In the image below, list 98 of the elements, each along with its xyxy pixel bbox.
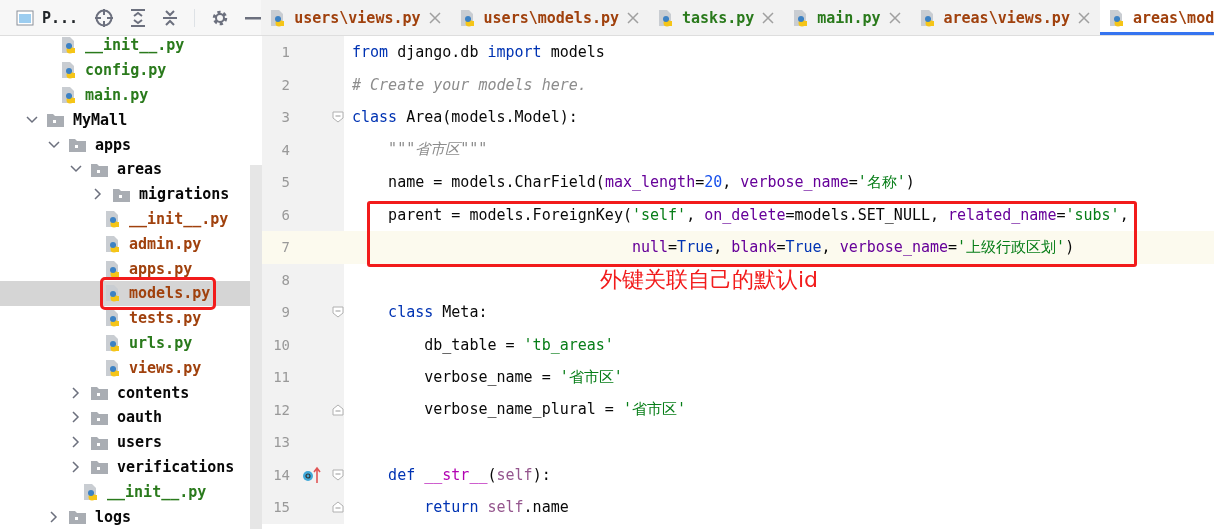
python-file-icon	[104, 234, 121, 253]
close-icon[interactable]	[888, 11, 901, 24]
line-number: 3	[280, 109, 290, 126]
python-file-icon	[104, 284, 121, 303]
line-number: 2	[280, 76, 290, 93]
close-icon[interactable]	[1077, 11, 1090, 24]
code-line: class Area(models.Model):	[352, 108, 578, 127]
chevron-right-icon[interactable]	[70, 436, 82, 449]
python-file-icon	[918, 8, 936, 27]
line-number: 8	[280, 271, 290, 288]
scrollbar-thumb[interactable]	[250, 165, 262, 529]
line-number: 15	[272, 499, 290, 516]
settings-icon[interactable]	[211, 8, 230, 27]
python-file-icon	[104, 333, 121, 352]
code-line: null=True, blank=True, verbose_name='上级行政区划')	[630, 237, 1075, 257]
code-line: name = models.CharField(max_length=20, verbose_name='名称')	[387, 172, 915, 192]
line-number: 1	[280, 44, 290, 61]
tree-item[interactable]: apps.py	[102, 256, 197, 282]
tree-item[interactable]: tests.py	[102, 305, 206, 331]
line-number: 10	[272, 336, 290, 353]
python-file-icon	[60, 86, 77, 104]
window-icon	[16, 9, 34, 26]
expand-all-icon[interactable]	[130, 8, 147, 27]
line-number: 7	[280, 239, 290, 256]
python-file-icon	[104, 259, 121, 278]
line-number: 9	[280, 304, 290, 321]
folder-icon	[90, 458, 109, 476]
line-number: 4	[280, 141, 290, 158]
code-line: # Create your models here.	[352, 75, 587, 94]
crosshair-icon[interactable]	[94, 7, 115, 28]
python-file-icon	[792, 8, 810, 27]
folder-icon	[68, 136, 87, 154]
tree-item[interactable]: logs	[46, 504, 136, 529]
chevron-right-icon[interactable]	[70, 386, 82, 399]
code-line: from django.db import models	[352, 43, 605, 62]
tree-item[interactable]: views.py	[102, 355, 206, 381]
code-line: return self.name	[423, 498, 569, 517]
editor-tab[interactable]: areas\mod	[1099, 0, 1214, 35]
tree-item[interactable]: urls.py	[102, 330, 197, 356]
editor-tab[interactable]: main.py	[784, 0, 911, 35]
line-number: 6	[280, 206, 290, 223]
chevron-down-icon[interactable]	[26, 113, 38, 126]
annotation-text: 外键关联自己的默认id	[600, 265, 819, 294]
line-number: 12	[272, 401, 290, 418]
tree-item[interactable]: apps	[46, 132, 136, 158]
tree-item[interactable]: areas	[68, 156, 167, 182]
code-line: class Meta:	[387, 303, 488, 322]
override-icon[interactable]	[302, 465, 322, 484]
code-line: verbose_name_plural = '省市区'	[423, 400, 686, 420]
editor-tab[interactable]: users\views.py	[261, 0, 451, 35]
tree-item[interactable]: __init__.py	[58, 36, 189, 58]
tree-item[interactable]: oauth	[68, 404, 167, 430]
code-line: def __str__(self):	[387, 465, 551, 484]
code-line: verbose_name = '省市区'	[423, 367, 623, 387]
minimize-icon[interactable]	[245, 15, 262, 20]
tree-item[interactable]: verifications	[68, 454, 239, 480]
tree-item[interactable]: users	[68, 429, 167, 455]
chevron-down-icon[interactable]	[48, 138, 60, 151]
line-number: 11	[272, 369, 290, 386]
folder-icon	[68, 508, 87, 526]
tree-item[interactable]: config.py	[58, 57, 171, 83]
tree-item[interactable]: MyMall	[24, 107, 132, 133]
close-icon[interactable]	[627, 11, 640, 24]
panel-title: P...	[42, 8, 79, 27]
python-file-icon	[60, 36, 77, 55]
python-file-icon	[269, 8, 287, 27]
line-number: 14	[272, 466, 290, 483]
python-file-icon	[1107, 8, 1125, 27]
code-line: parent = models.ForeignKey('self', on_delete=models.SET_NULL, related_name='subs',	[387, 205, 1129, 224]
python-file-icon	[82, 482, 99, 501]
tree-item[interactable]: __init__.py	[102, 206, 233, 232]
tree-item[interactable]: migrations	[90, 181, 234, 207]
close-icon[interactable]	[428, 11, 441, 24]
collapse-all-icon[interactable]	[162, 8, 179, 27]
python-file-icon	[104, 210, 121, 228]
code-line: db_table = 'tb_areas'	[423, 335, 614, 354]
tree-item[interactable]: main.py	[58, 82, 153, 108]
chevron-right-icon[interactable]	[92, 188, 104, 201]
python-file-icon	[657, 8, 675, 27]
code-line: """省市区"""	[387, 140, 488, 160]
line-number: 13	[272, 434, 290, 451]
editor-tab[interactable]: tasks.py	[649, 0, 785, 35]
editor-tab[interactable]: users\models.py	[450, 0, 650, 35]
python-file-icon	[104, 309, 121, 328]
python-file-icon	[60, 61, 77, 80]
chevron-right-icon[interactable]	[70, 460, 82, 473]
python-file-icon	[104, 358, 121, 377]
tree-item[interactable]: admin.py	[102, 231, 206, 257]
chevron-right-icon[interactable]	[70, 411, 82, 424]
line-number: 5	[280, 174, 290, 191]
tree-item[interactable]: contents	[68, 380, 194, 406]
python-file-icon	[458, 8, 476, 27]
folder-icon	[90, 384, 109, 402]
chevron-right-icon[interactable]	[48, 510, 60, 523]
close-icon[interactable]	[762, 11, 775, 24]
folder-icon	[46, 111, 65, 129]
tree-item[interactable]: __init__.py	[80, 479, 211, 505]
editor-tab[interactable]: areas\views.py	[910, 0, 1100, 35]
